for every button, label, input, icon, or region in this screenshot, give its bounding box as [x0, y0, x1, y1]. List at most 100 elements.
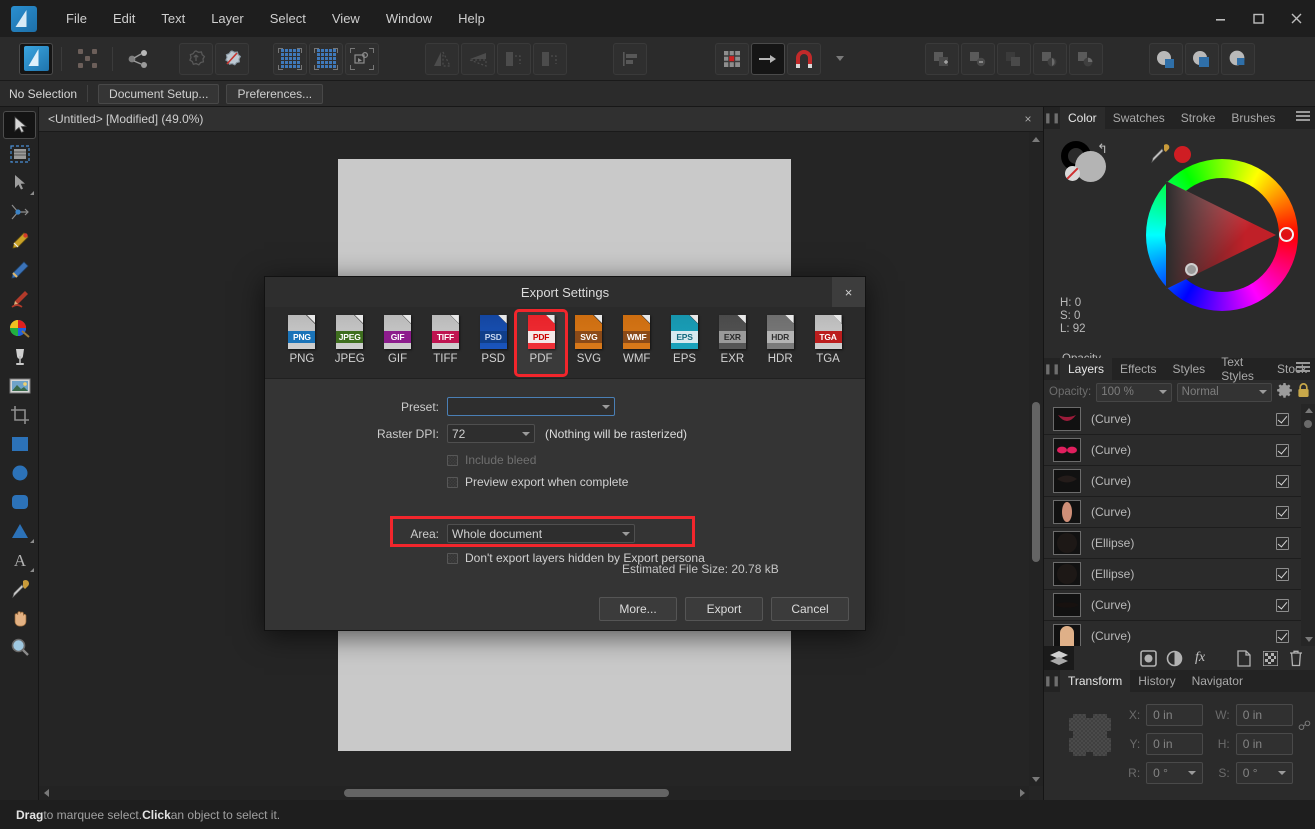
- format-jpeg[interactable]: JPEG JPEG: [326, 312, 374, 374]
- table-row[interactable]: (Curve): [1044, 435, 1301, 466]
- tab-transform[interactable]: Transform: [1060, 670, 1131, 692]
- tab-effects[interactable]: Effects: [1112, 358, 1164, 380]
- tab-swatches[interactable]: Swatches: [1105, 107, 1173, 129]
- export-button[interactable]: Export: [685, 597, 763, 621]
- blend-mode-select[interactable]: Normal: [1176, 382, 1272, 402]
- zoom-tool[interactable]: [3, 633, 36, 661]
- rounded-rectangle-tool[interactable]: [3, 488, 36, 516]
- layers-scroll-thumb[interactable]: [1304, 420, 1312, 428]
- export-persona-button[interactable]: [121, 43, 155, 75]
- table-row[interactable]: (Curve): [1044, 590, 1301, 621]
- scroll-up-arrow-icon[interactable]: [1029, 132, 1043, 146]
- flip-horizontal-button[interactable]: [425, 42, 459, 75]
- rectangle-tool[interactable]: [3, 430, 36, 458]
- menu-help[interactable]: Help: [445, 6, 498, 32]
- retina-preview-button[interactable]: [345, 42, 379, 75]
- layer-visibility-checkbox[interactable]: [1276, 567, 1289, 581]
- pen-tool[interactable]: [3, 227, 36, 255]
- designer-persona-button[interactable]: [19, 42, 53, 75]
- format-psd[interactable]: PSD PSD: [469, 312, 517, 374]
- align-button[interactable]: [613, 42, 647, 75]
- horizontal-scroll-thumb[interactable]: [344, 789, 669, 797]
- close-icon[interactable]: [1277, 0, 1315, 37]
- include-bleed-checkbox[interactable]: [447, 454, 458, 466]
- layer-visibility-checkbox[interactable]: [1276, 629, 1289, 643]
- layer-visibility-checkbox[interactable]: [1276, 505, 1289, 519]
- format-tiff[interactable]: TIFF TIFF: [421, 312, 469, 374]
- ellipse-tool[interactable]: [3, 459, 36, 487]
- menu-select[interactable]: Select: [257, 6, 319, 32]
- transform-anchor-picker[interactable]: [1066, 711, 1114, 759]
- blend-front-button[interactable]: [1149, 42, 1183, 75]
- layer-visibility-checkbox[interactable]: [1276, 474, 1289, 488]
- vector-brush-tool[interactable]: [3, 285, 36, 313]
- insert-inside-button[interactable]: [215, 42, 249, 75]
- more-button[interactable]: More...: [599, 597, 677, 621]
- chevron-down-icon[interactable]: [1158, 390, 1167, 394]
- chevron-down-icon[interactable]: [522, 431, 530, 436]
- blend-back-button[interactable]: [1221, 42, 1255, 75]
- document-setup-button[interactable]: Document Setup...: [98, 83, 220, 104]
- boolean-subtract-button[interactable]: [961, 42, 995, 75]
- layer-visibility-checkbox[interactable]: [1276, 536, 1289, 550]
- preset-select[interactable]: [447, 397, 615, 416]
- snapping-dropdown-button[interactable]: [823, 43, 857, 75]
- tab-navigator[interactable]: Navigator: [1184, 670, 1251, 692]
- crop-tool[interactable]: [3, 401, 36, 429]
- pixel-preview-button[interactable]: [309, 42, 343, 75]
- layer-visibility-checkbox[interactable]: [1276, 412, 1289, 426]
- transform-y-input[interactable]: 0 in: [1146, 733, 1204, 755]
- scroll-up-arrow-icon[interactable]: [1305, 408, 1313, 413]
- format-png[interactable]: PNG PNG: [278, 312, 326, 374]
- scroll-right-arrow-icon[interactable]: [1015, 786, 1029, 800]
- color-picker-tool[interactable]: [3, 575, 36, 603]
- table-row[interactable]: (Curve): [1044, 466, 1301, 497]
- rotate-left-button[interactable]: [497, 42, 531, 75]
- format-gif[interactable]: GIF GIF: [374, 312, 422, 374]
- boolean-intersect-button[interactable]: [997, 42, 1031, 75]
- swap-arrow-icon[interactable]: ↰: [1097, 141, 1108, 157]
- place-image-tool[interactable]: [3, 372, 36, 400]
- table-row[interactable]: (Curve): [1044, 497, 1301, 528]
- scroll-down-arrow-icon[interactable]: [1305, 637, 1313, 642]
- maximize-icon[interactable]: [1239, 0, 1277, 37]
- boolean-add-button[interactable]: [925, 42, 959, 75]
- tab-text-styles[interactable]: Text Styles: [1213, 355, 1269, 383]
- tab-stroke[interactable]: Stroke: [1173, 107, 1224, 129]
- chevron-down-icon[interactable]: [1259, 390, 1267, 394]
- new-pixel-layer-button[interactable]: [1257, 646, 1283, 670]
- tab-layers[interactable]: Layers: [1060, 358, 1113, 380]
- menu-view[interactable]: View: [319, 6, 373, 32]
- recent-color-swatch[interactable]: [1174, 146, 1191, 163]
- mask-layer-button[interactable]: [1135, 646, 1161, 670]
- pixel-persona-button[interactable]: [70, 43, 104, 75]
- flip-vertical-button[interactable]: [461, 42, 495, 75]
- scroll-down-arrow-icon[interactable]: [1029, 772, 1043, 786]
- canvas-horizontal-scrollbar[interactable]: [39, 786, 1029, 800]
- move-tool[interactable]: [3, 111, 36, 139]
- blend-middle-button[interactable]: [1185, 42, 1219, 75]
- saturation-marker[interactable]: [1185, 263, 1198, 276]
- format-pdf[interactable]: PDF PDF: [514, 308, 568, 377]
- format-svg[interactable]: SVG SVG: [565, 312, 613, 374]
- new-layer-button[interactable]: [1231, 646, 1257, 670]
- preview-export-checkbox[interactable]: [447, 476, 458, 488]
- node-tool[interactable]: [3, 169, 36, 197]
- vertical-scroll-thumb[interactable]: [1032, 402, 1040, 562]
- menu-layer[interactable]: Layer: [198, 6, 257, 32]
- transform-s-input[interactable]: 0 °: [1235, 762, 1293, 784]
- corner-tool[interactable]: [3, 198, 36, 226]
- layer-visibility-checkbox[interactable]: [1276, 443, 1289, 457]
- chevron-down-icon[interactable]: [622, 531, 630, 536]
- chevron-down-icon[interactable]: [1188, 771, 1197, 775]
- boolean-divide-button[interactable]: [1033, 42, 1067, 75]
- menu-window[interactable]: Window: [373, 6, 445, 32]
- tab-history[interactable]: History: [1130, 670, 1183, 692]
- transform-r-input[interactable]: 0 °: [1146, 762, 1204, 784]
- cancel-button[interactable]: Cancel: [771, 597, 849, 621]
- canvas-vertical-scrollbar[interactable]: [1029, 132, 1043, 786]
- panel-grip-icon[interactable]: ❚❚: [1044, 670, 1061, 692]
- transform-x-input[interactable]: 0 in: [1146, 704, 1204, 726]
- pencil-tool[interactable]: [3, 256, 36, 284]
- panel-grip-icon[interactable]: ❚❚: [1044, 358, 1061, 380]
